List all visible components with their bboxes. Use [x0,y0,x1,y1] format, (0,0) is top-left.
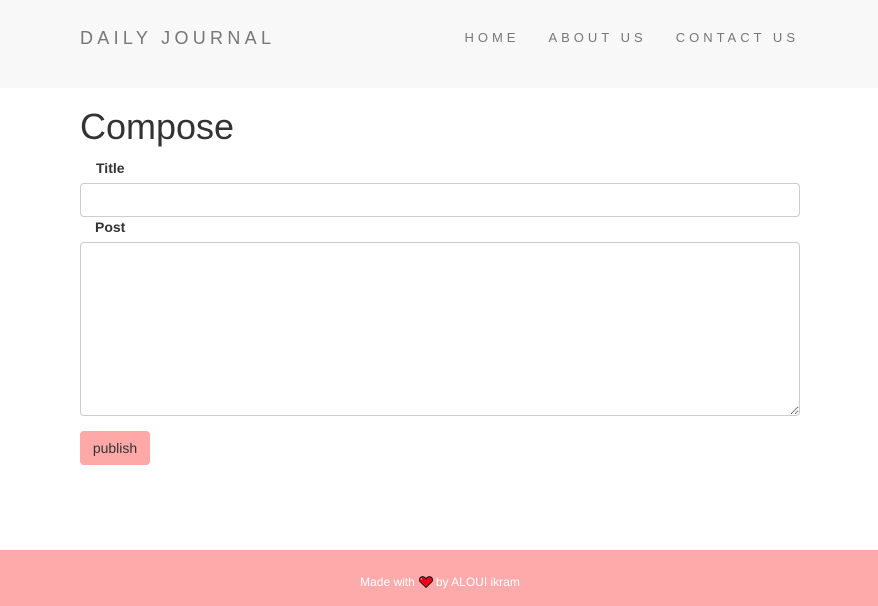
title-label: Title [96,160,125,176]
nav-item-about-us[interactable]: ABOUT US [548,30,646,46]
navbar: DAILY JOURNAL HOME ABOUT US CONTACT US [0,0,878,88]
title-input[interactable] [80,183,800,217]
brand-link[interactable]: DAILY JOURNAL [80,28,275,48]
footer-text-before: Made with [360,575,415,589]
nav-item-home[interactable]: HOME [464,30,519,46]
nav-menu: HOME ABOUT US CONTACT US [464,30,799,46]
nav-item-contact-us[interactable]: CONTACT US [676,30,799,46]
heart-icon [418,576,433,589]
post-label: Post [95,219,126,235]
footer-credit: Made with by ALOUI ikram [0,575,878,589]
post-textarea[interactable] [80,242,800,416]
footer-text-after: by ALOUI ikram [435,575,520,589]
footer: Made with by ALOUI ikram [0,550,878,606]
page-title: Compose [80,106,235,147]
publish-button[interactable]: publish [80,431,150,465]
